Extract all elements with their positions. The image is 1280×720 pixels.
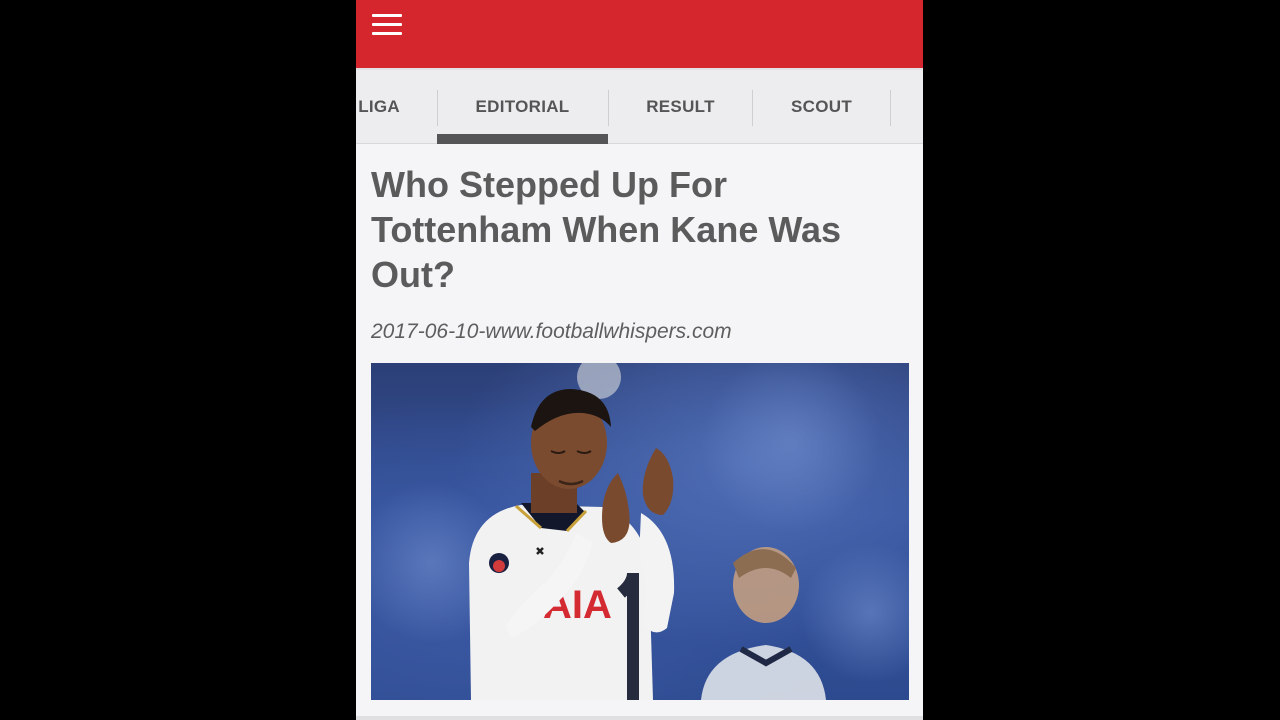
article-meta: 2017-06-10-www.footballwhispers.com <box>371 320 732 343</box>
tab-result[interactable]: RESULT <box>609 70 752 144</box>
phone-screen: LIGA EDITORIAL RESULT SCOUT Who Stepped … <box>356 0 923 720</box>
category-tab-bar: LIGA EDITORIAL RESULT SCOUT <box>356 68 923 144</box>
tab-divider <box>890 90 891 126</box>
active-tab-indicator <box>437 134 608 144</box>
article-photo[interactable]: AIA <box>371 363 909 700</box>
app-bar <box>356 0 923 68</box>
hamburger-menu-icon[interactable] <box>372 8 414 40</box>
tab-liga[interactable]: LIGA <box>356 70 400 144</box>
tab-scout[interactable]: SCOUT <box>753 70 890 144</box>
player: AIA <box>469 389 675 700</box>
football-player-illustration: AIA <box>371 363 909 700</box>
article-title[interactable]: Who Stepped Up For Tottenham When Kane W… <box>371 162 891 297</box>
divider <box>356 716 923 720</box>
tab-editorial[interactable]: EDITORIAL <box>437 70 608 144</box>
article-view: Who Stepped Up For Tottenham When Kane W… <box>356 144 923 720</box>
